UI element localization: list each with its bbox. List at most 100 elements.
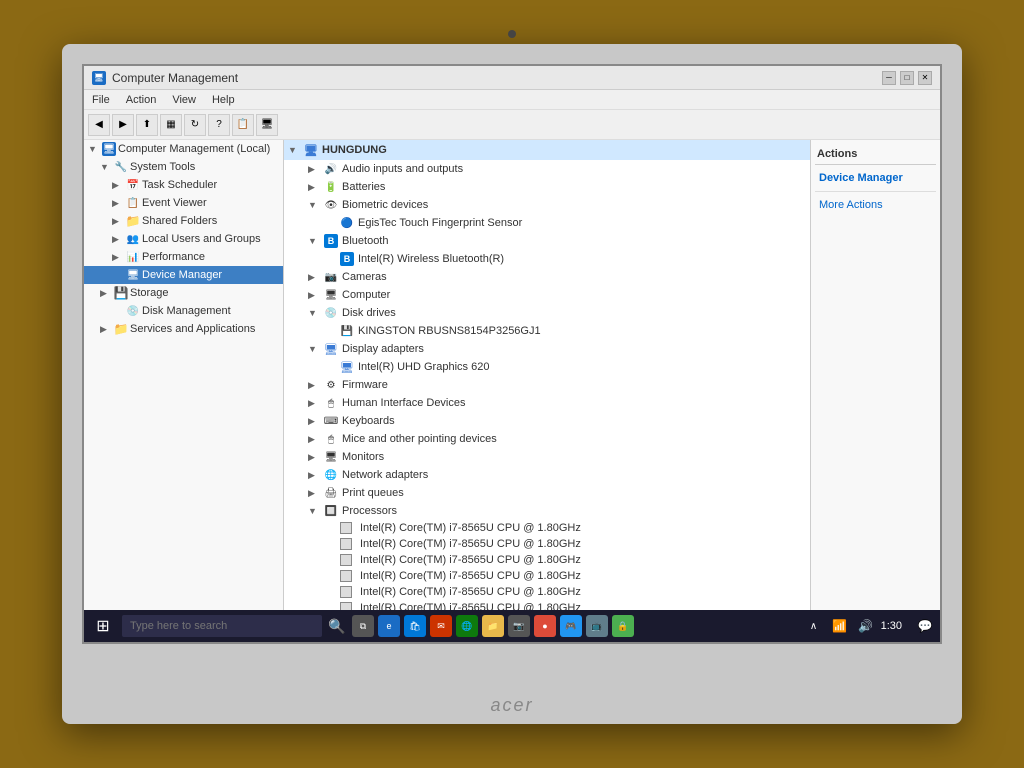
batteries-icon: 🔋 [324, 180, 338, 194]
device-monitors[interactable]: ▶ 🖥 Monitors [284, 448, 810, 466]
performance-icon: 📊 [126, 250, 140, 264]
device-mice[interactable]: ▶ 🖱 Mice and other pointing devices [284, 430, 810, 448]
device-root[interactable]: ▼ 🖥 HUNGDUNG [284, 140, 810, 160]
cpu2-icon [340, 554, 352, 566]
device-biometric[interactable]: ▼ 👁 Biometric devices [284, 196, 810, 214]
menu-help[interactable]: Help [212, 94, 235, 106]
device-disk-drives[interactable]: ▼ 💿 Disk drives [284, 304, 810, 322]
device-intel-bt[interactable]: B Intel(R) Wireless Bluetooth(R) [284, 250, 810, 268]
device-cpu-0[interactable]: Intel(R) Core(TM) i7-8565U CPU @ 1.80GHz [284, 520, 810, 536]
processors-arrow: ▼ [308, 506, 320, 516]
tree-services[interactable]: ▶ 📁 Services and Applications [84, 320, 283, 338]
tree-event-viewer[interactable]: ▶ 📋 Event Viewer [84, 194, 283, 212]
kingston-icon: 💾 [340, 324, 354, 338]
device-monitors-label: Monitors [342, 451, 384, 463]
device-cpu-0-label: Intel(R) Core(TM) i7-8565U CPU @ 1.80GHz [360, 522, 581, 534]
tree-performance[interactable]: ▶ 📊 Performance [84, 248, 283, 266]
device-network-label: Network adapters [342, 469, 428, 481]
bluetooth-icon: B [324, 234, 338, 248]
tree-local-users-label: Local Users and Groups [142, 233, 261, 245]
device-processors[interactable]: ▼ 🔲 Processors [284, 502, 810, 520]
tree-root[interactable]: ▼ 🖥 Computer Management (Local) [84, 140, 283, 158]
menu-bar: File Action View Help [84, 90, 940, 110]
taskbar-cortana[interactable]: 🔍 [326, 615, 348, 637]
device-batteries[interactable]: ▶ 🔋 Batteries [284, 178, 810, 196]
audio-icon: 🔊 [324, 162, 338, 176]
start-button[interactable]: ⊞ [88, 613, 118, 639]
taskbar-mail[interactable]: ✉ [430, 615, 452, 637]
task-scheduler-icon: 📅 [126, 178, 140, 192]
view-button[interactable]: 🖥 [256, 114, 278, 136]
tree-storage[interactable]: ▶ 💾 Storage [84, 284, 283, 302]
maximize-button[interactable]: □ [900, 71, 914, 85]
tree-device-manager[interactable]: 🖥 Device Manager [84, 266, 283, 284]
hid-icon: 🖱 [324, 396, 338, 410]
tray-notification[interactable]: 💬 [914, 615, 936, 637]
device-network[interactable]: ▶ 🌐 Network adapters [284, 466, 810, 484]
device-cpu-3[interactable]: Intel(R) Core(TM) i7-8565U CPU @ 1.80GHz [284, 568, 810, 584]
taskbar-app1[interactable]: 🎮 [560, 615, 582, 637]
tree-system-tools[interactable]: ▼ 🔧 System Tools [84, 158, 283, 176]
tray-up-arrow[interactable]: ∧ [803, 615, 825, 637]
menu-view[interactable]: View [172, 94, 196, 106]
device-cpu-2[interactable]: Intel(R) Core(TM) i7-8565U CPU @ 1.80GHz [284, 552, 810, 568]
taskbar-chrome[interactable]: ● [534, 615, 556, 637]
back-button[interactable]: ◀ [88, 114, 110, 136]
taskbar-edge[interactable]: 🌐 [456, 615, 478, 637]
forward-button[interactable]: ▶ [112, 114, 134, 136]
egistec-icon: 🔵 [340, 216, 354, 230]
performance-arrow: ▶ [112, 252, 124, 263]
search-input[interactable] [122, 615, 322, 637]
taskbar-app2[interactable]: 📺 [586, 615, 608, 637]
action-more-actions[interactable]: More Actions [815, 196, 936, 214]
device-cpu-4[interactable]: Intel(R) Core(TM) i7-8565U CPU @ 1.80GHz [284, 584, 810, 600]
refresh-button[interactable]: ↻ [184, 114, 206, 136]
help-button[interactable]: ? [208, 114, 230, 136]
network-icon: 🌐 [324, 468, 338, 482]
taskbar-ie[interactable]: e [378, 615, 400, 637]
taskbar-vpn[interactable]: 🔒 [612, 615, 634, 637]
mice-icon: 🖱 [324, 432, 338, 446]
device-display[interactable]: ▼ 🖥 Display adapters [284, 340, 810, 358]
device-cameras[interactable]: ▶ 📷 Cameras [284, 268, 810, 286]
taskbar-store[interactable]: 🛍 [404, 615, 426, 637]
device-print[interactable]: ▶ 🖨 Print queues [284, 484, 810, 502]
taskbar-file-explorer[interactable]: 📁 [482, 615, 504, 637]
device-firmware[interactable]: ▶ ⚙ Firmware [284, 376, 810, 394]
tree-disk-management-label: Disk Management [142, 305, 231, 317]
tree-task-scheduler[interactable]: ▶ 📅 Task Scheduler [84, 176, 283, 194]
close-button[interactable]: ✕ [918, 71, 932, 85]
menu-file[interactable]: File [92, 94, 110, 106]
tree-shared-folders[interactable]: ▶ 📁 Shared Folders [84, 212, 283, 230]
device-egistec[interactable]: 🔵 EgisTec Touch Fingerprint Sensor [284, 214, 810, 232]
tray-volume[interactable]: 🔊 [855, 615, 877, 637]
tray-network[interactable]: 📶 [829, 615, 851, 637]
show-hide-button[interactable]: ▦ [160, 114, 182, 136]
device-bluetooth[interactable]: ▼ B Bluetooth [284, 232, 810, 250]
tree-disk-management[interactable]: 💿 Disk Management [84, 302, 283, 320]
mice-arrow: ▶ [308, 434, 320, 445]
device-computer[interactable]: ▶ 🖥 Computer [284, 286, 810, 304]
taskbar-camera[interactable]: 📷 [508, 615, 530, 637]
intel-uhd-icon: 🖥 [340, 360, 354, 374]
minimize-button[interactable]: ─ [882, 71, 896, 85]
export-button[interactable]: 📋 [232, 114, 254, 136]
device-keyboards[interactable]: ▶ ⌨ Keyboards [284, 412, 810, 430]
action-device-manager[interactable]: Device Manager [815, 169, 936, 187]
device-hid-label: Human Interface Devices [342, 397, 466, 409]
device-audio[interactable]: ▶ 🔊 Audio inputs and outputs [284, 160, 810, 178]
title-bar-left: 🖥 Computer Management [92, 71, 238, 85]
device-cpu-1[interactable]: Intel(R) Core(TM) i7-8565U CPU @ 1.80GHz [284, 536, 810, 552]
tree-local-users[interactable]: ▶ 👥 Local Users and Groups [84, 230, 283, 248]
tree-shared-folders-label: Shared Folders [142, 215, 217, 227]
device-kingston[interactable]: 💾 KINGSTON RBUSNS8154P3256GJ1 [284, 322, 810, 340]
actions-header: Actions [815, 144, 936, 165]
device-cameras-label: Cameras [342, 271, 387, 283]
device-hid[interactable]: ▶ 🖱 Human Interface Devices [284, 394, 810, 412]
device-intel-uhd[interactable]: 🖥 Intel(R) UHD Graphics 620 [284, 358, 810, 376]
up-button[interactable]: ⬆ [136, 114, 158, 136]
menu-action[interactable]: Action [126, 94, 157, 106]
taskbar-view[interactable]: ⧉ [352, 615, 374, 637]
cpu1-icon [340, 538, 352, 550]
disk-management-icon: 💿 [126, 304, 140, 318]
